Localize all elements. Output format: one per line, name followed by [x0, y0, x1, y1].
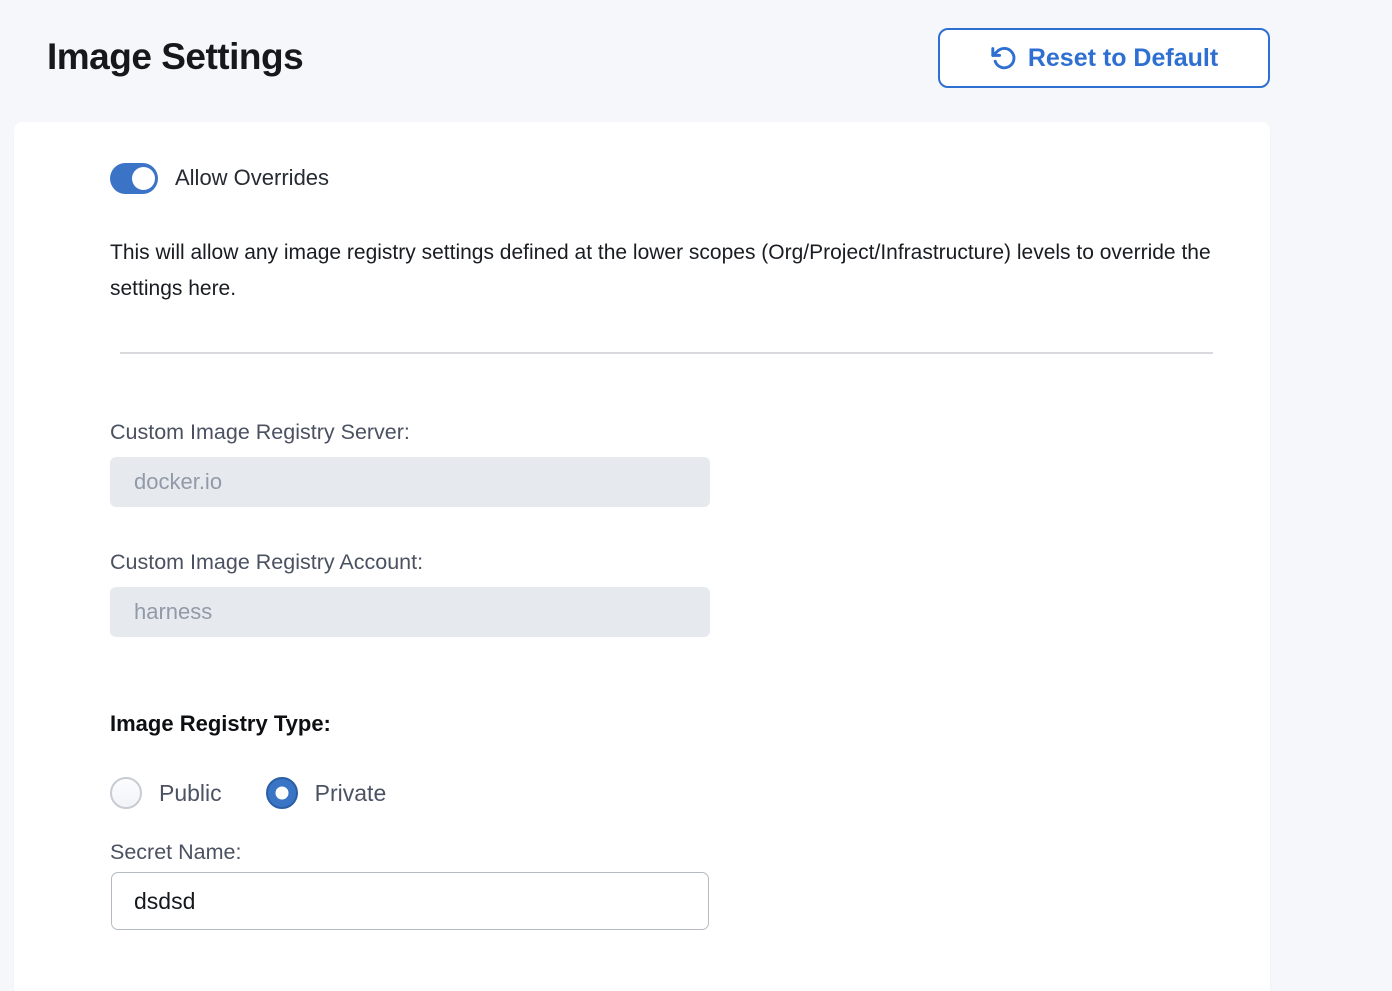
radio-option-public[interactable]: Public	[110, 777, 222, 809]
reset-icon	[990, 45, 1017, 72]
allow-overrides-label: Allow Overrides	[175, 165, 329, 191]
reset-to-default-button[interactable]: Reset to Default	[938, 28, 1270, 88]
registry-server-input[interactable]	[110, 457, 710, 507]
registry-type-label: Image Registry Type:	[110, 711, 331, 737]
registry-account-input[interactable]	[110, 587, 710, 637]
public-radio-label: Public	[159, 780, 222, 807]
allow-overrides-toggle[interactable]	[110, 163, 158, 194]
private-radio-button[interactable]	[266, 777, 298, 809]
toggle-knob	[132, 167, 155, 190]
radio-option-private[interactable]: Private	[266, 777, 387, 809]
secret-name-input[interactable]	[111, 872, 709, 930]
secret-name-label: Secret Name:	[110, 840, 241, 865]
registry-account-label: Custom Image Registry Account:	[110, 550, 423, 575]
page-title: Image Settings	[47, 36, 303, 78]
overrides-description: This will allow any image registry setti…	[110, 235, 1225, 307]
registry-server-label: Custom Image Registry Server:	[110, 420, 410, 445]
section-divider	[120, 352, 1213, 354]
allow-overrides-row: Allow Overrides	[110, 162, 329, 194]
registry-type-radio-group: Public Private	[110, 777, 386, 809]
reset-button-label: Reset to Default	[1028, 44, 1218, 73]
settings-card: Allow Overrides This will allow any imag…	[14, 122, 1270, 991]
public-radio-button[interactable]	[110, 777, 142, 809]
private-radio-label: Private	[315, 780, 387, 807]
